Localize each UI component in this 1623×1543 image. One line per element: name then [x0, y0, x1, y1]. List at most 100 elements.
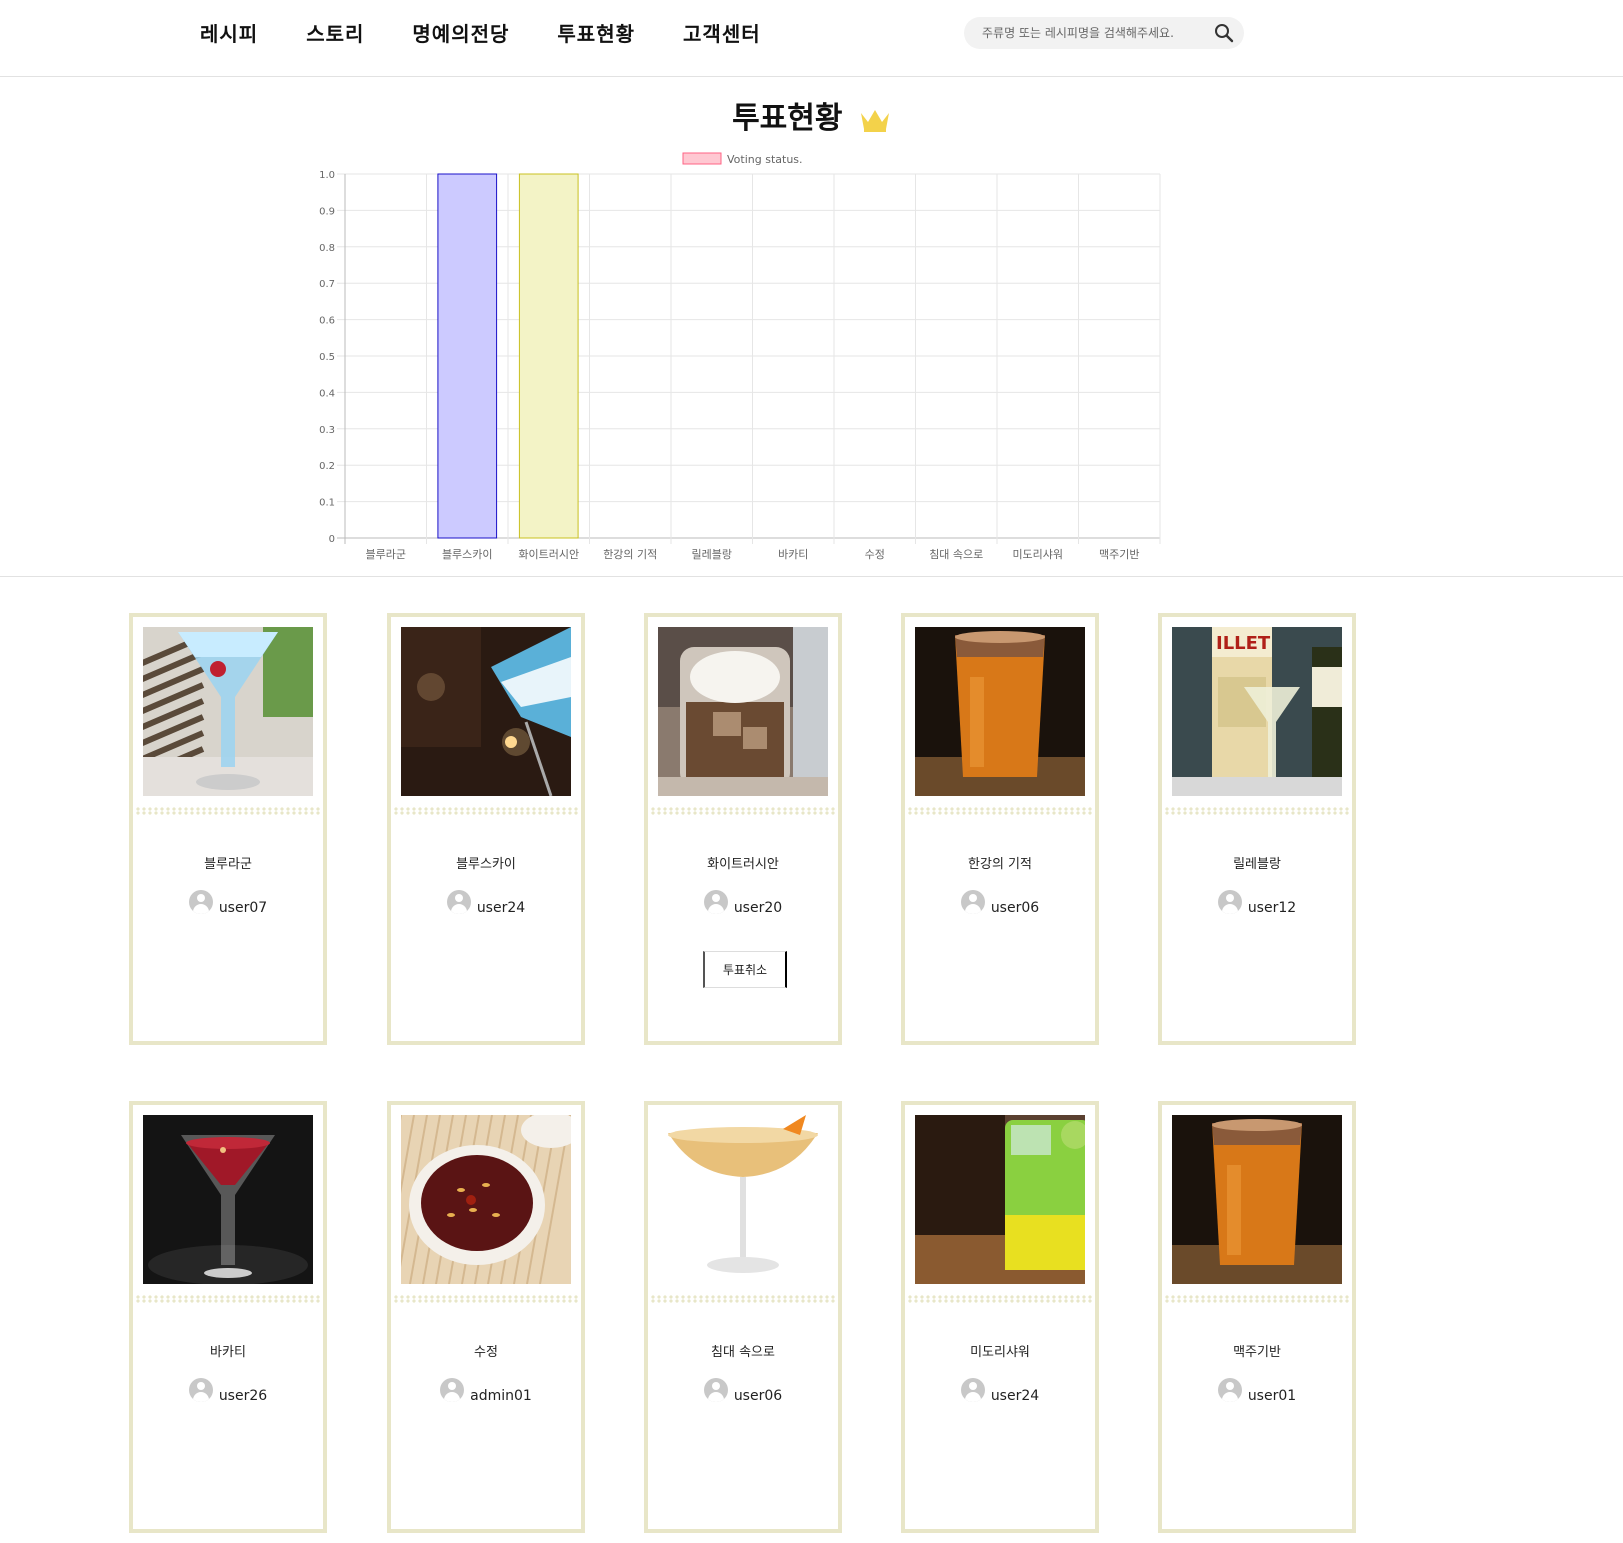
author-name: user01 — [1247, 1388, 1297, 1404]
author-info: user06 — [648, 1378, 838, 1404]
cocktail-card[interactable]: 블루라군 user07 — [129, 613, 327, 1045]
x-tick-label: 화이트러시안 — [518, 548, 579, 561]
cocktail-card[interactable]: 한강의 기적 user06 — [901, 613, 1099, 1045]
author-info: user12 — [1162, 890, 1352, 916]
x-tick-label: 미도리샤워 — [1012, 548, 1063, 561]
author-info: user20 — [648, 890, 838, 916]
svg-text:ILLET: ILLET — [1216, 633, 1271, 654]
blue-lagoon-image[interactable] — [143, 627, 313, 796]
cocktail-card[interactable]: 수정 admin01 — [387, 1101, 585, 1533]
y-tick-label: 0.2 — [319, 461, 335, 472]
cocktail-name[interactable]: 블루스카이 — [391, 853, 581, 872]
avatar-icon — [188, 890, 213, 914]
y-tick-label: 0.3 — [319, 425, 335, 436]
cocktail-name[interactable]: 맥주기반 — [1162, 1341, 1352, 1360]
search-input[interactable] — [982, 23, 1202, 43]
y-tick-label: 0.8 — [319, 243, 335, 254]
y-tick-label: 0.1 — [319, 498, 335, 509]
author-name: user24 — [476, 900, 526, 916]
dotted-divider — [135, 807, 321, 815]
x-tick-label: 블루스카이 — [442, 548, 493, 561]
dotted-divider — [907, 807, 1093, 815]
author-info: admin01 — [391, 1378, 581, 1404]
author-name: user20 — [733, 900, 783, 916]
dotted-divider — [1164, 807, 1350, 815]
cocktail-name[interactable]: 한강의 기적 — [905, 853, 1095, 872]
cocktail-name[interactable]: 수정 — [391, 1341, 581, 1360]
vote-chart-section: 투표현황 0 0.1 0.2 0.3 0.4 0.5 0.6 0.7 0.8 0.9 1.0 블루라군… — [0, 77, 1623, 577]
cocktail-name[interactable]: 블루라군 — [133, 853, 323, 872]
avatar-icon — [1217, 890, 1242, 914]
cocktail-card[interactable]: ILLET 릴레블랑 user12 — [1158, 613, 1356, 1045]
legend-swatch — [682, 152, 722, 165]
y-tick-label: 0.9 — [319, 206, 335, 217]
cocktail-card[interactable]: 침대 속으로 user06 — [644, 1101, 842, 1533]
author-info: user07 — [133, 890, 323, 916]
cancel-vote-button[interactable]: 투표취소 — [703, 951, 787, 988]
cocktail-card[interactable]: 블루스카이 user24 — [387, 613, 585, 1045]
midori-sour-image[interactable] — [915, 1115, 1085, 1284]
author-name: user24 — [990, 1388, 1040, 1404]
x-tick-label: 바카티 — [778, 548, 808, 561]
cocktail-card[interactable]: 화이트러시안 user20 투표취소 — [644, 613, 842, 1045]
author-name: user12 — [1247, 900, 1297, 916]
dotted-divider — [393, 807, 579, 815]
author-info: user01 — [1162, 1378, 1352, 1404]
y-tick-label: 0 — [329, 534, 335, 545]
avatar-icon — [703, 890, 728, 914]
author-name: user07 — [218, 900, 268, 916]
y-tick-label: 0.6 — [319, 316, 335, 327]
bacardi-image[interactable] — [143, 1115, 313, 1284]
han-river-image[interactable] — [915, 627, 1085, 796]
x-tick-label: 맥주기반 — [1099, 548, 1139, 561]
x-tick-label: 블루라군 — [366, 548, 406, 561]
cocktail-name[interactable]: 미도리샤워 — [905, 1341, 1095, 1360]
dotted-divider — [1164, 1295, 1350, 1303]
search-icon[interactable] — [1214, 23, 1234, 43]
cocktail-card[interactable]: 맥주기반 user01 — [1158, 1101, 1356, 1533]
avatar-icon — [703, 1378, 728, 1402]
dotted-divider — [650, 807, 836, 815]
cocktail-name[interactable]: 화이트러시안 — [648, 853, 838, 872]
avatar-icon — [960, 890, 985, 914]
nav-item-recipe[interactable]: 레시피 — [200, 18, 258, 47]
nav-item-story[interactable]: 스토리 — [306, 18, 364, 47]
chart-bar — [437, 173, 498, 539]
avatar-icon — [440, 1378, 465, 1402]
top-navigation-bar: 레시피 스토리 명예의전당 투표현황 고객센터 — [0, 0, 1623, 77]
dotted-divider — [135, 1295, 321, 1303]
lillet-blanc-image[interactable]: ILLET — [1172, 627, 1342, 796]
between-the-sheets-image[interactable] — [658, 1115, 828, 1284]
author-name: admin01 — [470, 1388, 532, 1404]
chart-bar — [518, 173, 579, 539]
search-box — [964, 17, 1244, 49]
nav-item-vote-status[interactable]: 투표현황 — [557, 18, 635, 47]
y-tick-label: 1.0 — [319, 170, 335, 181]
main-nav: 레시피 스토리 명예의전당 투표현황 고객센터 — [200, 18, 809, 47]
avatar-icon — [960, 1378, 985, 1402]
cocktail-card[interactable]: 미도리샤워 user24 — [901, 1101, 1099, 1533]
legend-label: Voting status. — [727, 153, 803, 166]
cocktail-name[interactable]: 릴레블랑 — [1162, 853, 1352, 872]
author-name: user06 — [733, 1388, 783, 1404]
avatar-icon — [446, 890, 471, 914]
author-info: user26 — [133, 1378, 323, 1404]
cocktail-name[interactable]: 바카티 — [133, 1341, 323, 1360]
y-tick-label: 0.5 — [319, 352, 335, 363]
white-russian-image[interactable] — [658, 627, 828, 796]
x-tick-label: 릴레블랑 — [692, 548, 732, 561]
nav-item-customer-center[interactable]: 고객센터 — [683, 18, 761, 47]
author-info: user06 — [905, 890, 1095, 916]
author-info: user24 — [905, 1378, 1095, 1404]
y-tick-label: 0.4 — [319, 388, 335, 399]
sujeonggwa-image[interactable] — [401, 1115, 571, 1284]
cocktail-card[interactable]: 바카티 user26 — [129, 1101, 327, 1533]
blue-sky-image[interactable] — [401, 627, 571, 796]
author-name: user26 — [218, 1388, 268, 1404]
x-tick-label: 침대 속으로 — [929, 548, 983, 561]
dotted-divider — [907, 1295, 1093, 1303]
beer-cocktail-image[interactable] — [1172, 1115, 1342, 1284]
dotted-divider — [393, 1295, 579, 1303]
nav-item-hall-of-fame[interactable]: 명예의전당 — [412, 18, 509, 47]
cocktail-name[interactable]: 침대 속으로 — [648, 1341, 838, 1360]
